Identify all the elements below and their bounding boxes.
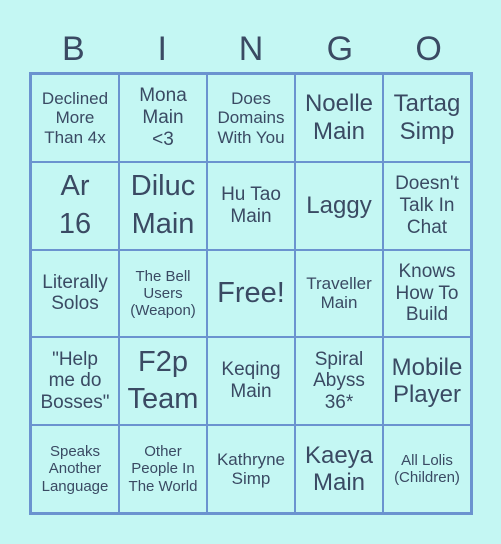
bingo-cell[interactable]: Diluc Main	[119, 161, 207, 250]
bingo-header: B I N G O	[29, 26, 473, 72]
header-letter-n: N	[238, 30, 264, 68]
bingo-cell[interactable]: Doesn't Talk In Chat	[383, 161, 471, 250]
header-letter-o: O	[415, 30, 442, 68]
bingo-cell[interactable]: Declined More Than 4x	[31, 74, 119, 162]
bingo-cell[interactable]: Noelle Main	[295, 74, 383, 162]
bingo-cell[interactable]: Tartag Simp	[383, 74, 471, 162]
bingo-cell[interactable]: Ar 16	[31, 161, 119, 250]
bingo-cell[interactable]: "Help me do Bosses"	[31, 337, 119, 426]
bingo-card: Declined More Than 4x Mona Main <3 Does Do…	[29, 72, 473, 515]
bingo-cell[interactable]: Does Domains With You	[207, 74, 295, 162]
bingo-cell[interactable]: Mona Main <3	[119, 74, 207, 162]
bingo-cell[interactable]: All Lolis (Children)	[383, 425, 471, 513]
bingo-cell[interactable]: The Bell Users (Weapon)	[119, 249, 207, 338]
free-space-cell[interactable]: Free!	[207, 249, 295, 338]
bingo-cell[interactable]: F2p Team	[119, 337, 207, 426]
bingo-cell[interactable]: Kaeya Main	[295, 425, 383, 513]
bingo-cell[interactable]: Keqing Main	[207, 337, 295, 426]
bingo-cell[interactable]: Kathryne Simp	[207, 425, 295, 513]
header-letter-b: B	[62, 30, 85, 68]
bingo-cell[interactable]: Mobile Player	[383, 337, 471, 426]
header-letter-i: I	[157, 30, 167, 68]
bingo-cell[interactable]: Other People In The World	[119, 425, 207, 513]
bingo-cell[interactable]: Laggy	[295, 161, 383, 250]
bingo-cell[interactable]: Speaks Another Language	[31, 425, 119, 513]
bingo-cell[interactable]: Hu Tao Main	[207, 161, 295, 250]
bingo-cell[interactable]: Knows How To Build	[383, 249, 471, 338]
header-letter-g: G	[326, 30, 354, 68]
bingo-cell[interactable]: Traveller Main	[295, 249, 383, 338]
bingo-cell[interactable]: Spiral Abyss 36*	[295, 337, 383, 426]
bingo-cell[interactable]: Literally Solos	[31, 249, 119, 338]
